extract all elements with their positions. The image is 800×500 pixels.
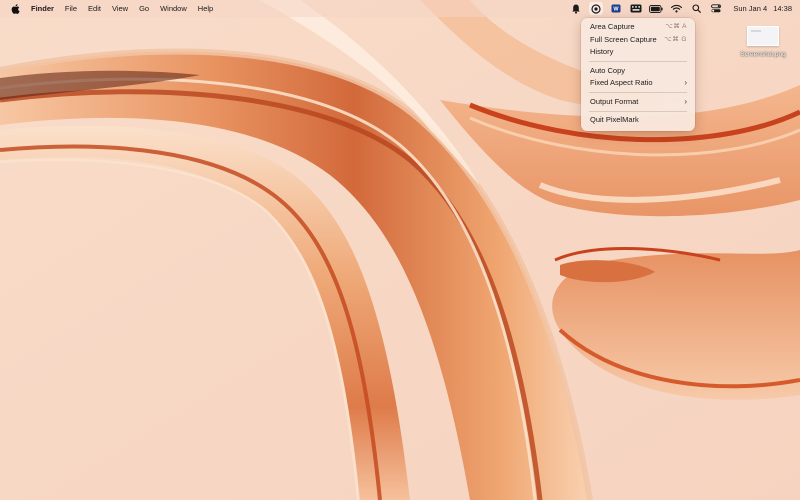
menu-item-history[interactable]: History [581, 46, 695, 59]
menu-separator [589, 110, 687, 112]
svg-text:W: W [614, 7, 620, 13]
file-thumbnail-icon [747, 26, 779, 46]
file-label: Screenshot.png [740, 51, 786, 58]
keyboard-icon[interactable] [629, 2, 643, 15]
apple-icon[interactable] [10, 3, 20, 14]
menu-item-label: History [590, 47, 614, 56]
text-icon[interactable]: W [609, 2, 623, 15]
pixelmark-icon[interactable] [589, 2, 604, 15]
menu-bar-left: Finder File Edit View Go Window Help [0, 0, 224, 17]
menu-item-label: Full Screen Capture [590, 34, 657, 44]
menu-window[interactable]: Window [160, 0, 187, 17]
menu-item-fixed-aspect-ratio[interactable]: Fixed Aspect Ratio › [581, 77, 695, 90]
menu-bar-status-area: W Sun Jan 4 14:38 [563, 0, 792, 17]
spotlight-icon[interactable] [689, 2, 703, 15]
control-center-icon[interactable] [709, 2, 723, 15]
wifi-icon[interactable] [669, 2, 683, 15]
clock-date: Sun Jan 4 [733, 4, 768, 13]
menu-item-full-screen-capture[interactable]: Full Screen Capture ⌥⌘ G [581, 34, 695, 47]
menu-separator [589, 61, 687, 62]
menu-edit[interactable]: Edit [88, 0, 101, 17]
pixelmark-menu: Area Capture ⌥⌘ A Full Screen Capture ⌥⌘… [581, 18, 695, 131]
menu-separator [589, 92, 687, 93]
menu-item-label: Auto Copy [590, 65, 626, 75]
menu-item-auto-copy[interactable]: Auto Copy [581, 65, 695, 78]
menu-bar-clock[interactable]: Sun Jan 4 14:38 [733, 0, 792, 17]
menu-view[interactable]: View [112, 0, 128, 17]
menu-item-quit[interactable]: Quit PixelMark [581, 114, 695, 127]
menu-item-label: Fixed Aspect Ratio [590, 78, 653, 87]
menu-finder[interactable]: Finder [31, 0, 54, 17]
menu-item-label: Area Capture [590, 22, 635, 31]
clock-time: 14:38 [773, 4, 792, 13]
menu-item-shortcut: ⌥⌘ G [664, 35, 687, 43]
menu-help[interactable]: Help [198, 0, 213, 17]
chevron-right-icon: › [684, 96, 687, 106]
chevron-right-icon: › [684, 78, 687, 87]
battery-icon[interactable] [649, 2, 663, 15]
menu-file[interactable]: File [65, 0, 77, 17]
desktop-file-screenshot[interactable]: Screenshot.png [735, 26, 791, 58]
menu-go[interactable]: Go [139, 0, 149, 17]
menu-item-output-format[interactable]: Output Format › [581, 96, 695, 109]
thumbnail-detail [751, 30, 761, 32]
menu-item-shortcut: ⌥⌘ A [665, 23, 687, 30]
menu-item-area-capture[interactable]: Area Capture ⌥⌘ A [581, 21, 695, 34]
menu-item-label: Output Format [590, 96, 639, 106]
notification-icon[interactable] [569, 2, 583, 15]
desktop: Finder File Edit View Go Window Help W S… [0, 0, 800, 500]
menu-item-label: Quit PixelMark [590, 115, 639, 124]
menu-bar: Finder File Edit View Go Window Help W S… [0, 0, 800, 17]
